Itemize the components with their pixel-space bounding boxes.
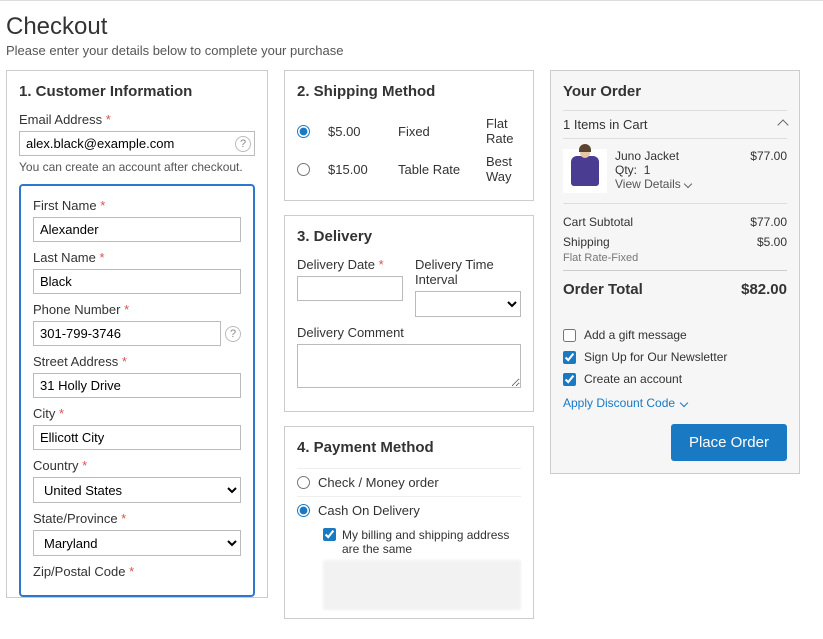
billing-same-checkbox[interactable] [323, 528, 336, 541]
payment-option-cod[interactable]: Cash On Delivery [297, 496, 521, 524]
order-summary-box: Your Order 1 Items in Cart Juno Jacket Q… [550, 70, 800, 474]
create-account-checkbox[interactable] [563, 373, 576, 386]
help-icon[interactable]: ? [225, 326, 241, 342]
email-note: You can create an account after checkout… [19, 160, 255, 174]
cart-item: Juno Jacket Qty: 1 View Details $77.00 [563, 139, 787, 204]
shipping-label: Shipping [563, 235, 610, 249]
order-total-label: Order Total [563, 281, 643, 298]
customer-info-box: 1. Customer Information Email Address * … [6, 70, 268, 598]
chevron-down-icon [684, 180, 692, 188]
shipping-name: Best Way [486, 154, 521, 184]
zip-label: Zip/Postal Code * [33, 564, 241, 579]
shipping-value: $5.00 [757, 235, 787, 249]
shipping-name: Flat Rate [486, 116, 521, 146]
delivery-title: 3. Delivery [297, 228, 521, 245]
delivery-box: 3. Delivery Delivery Date * Delivery Tim… [284, 215, 534, 412]
apply-discount-toggle[interactable]: Apply Discount Code [563, 396, 687, 410]
cart-items-toggle[interactable]: 1 Items in Cart [563, 110, 787, 139]
delivery-interval-label: Delivery Time Interval [415, 257, 521, 287]
state-label: State/Province * [33, 511, 241, 526]
shipping-radio[interactable] [297, 163, 310, 176]
help-icon[interactable]: ? [235, 136, 251, 152]
email-field[interactable] [19, 131, 255, 156]
newsletter-checkbox[interactable] [563, 351, 576, 364]
city-field[interactable] [33, 425, 241, 450]
phone-field[interactable] [33, 321, 221, 346]
first-name-label: First Name * [33, 198, 241, 213]
shipping-radio[interactable] [297, 125, 310, 138]
page-subtitle: Please enter your details below to compl… [6, 43, 817, 58]
street-field[interactable] [33, 373, 241, 398]
create-account-option[interactable]: Create an account [563, 368, 787, 390]
country-label: Country * [33, 458, 241, 473]
qty-label: Qty: [615, 163, 637, 177]
shipping-option-flat-rate[interactable]: $5.00 Fixed Flat Rate [297, 112, 521, 150]
place-order-button[interactable]: Place Order [671, 424, 787, 461]
email-label: Email Address * [19, 112, 255, 127]
shipping-rate: Fixed [398, 124, 468, 139]
shipping-rate: Table Rate [398, 162, 468, 177]
last-name-label: Last Name * [33, 250, 241, 265]
chevron-down-icon [680, 399, 688, 407]
newsletter-label: Sign Up for Our Newsletter [584, 350, 727, 364]
payment-radio[interactable] [297, 504, 310, 517]
first-name-field[interactable] [33, 217, 241, 242]
shipping-price: $15.00 [328, 162, 380, 177]
gift-message-checkbox[interactable] [563, 329, 576, 342]
city-label: City * [33, 406, 241, 421]
delivery-date-label: Delivery Date * [297, 257, 403, 272]
delivery-comment-field[interactable] [297, 344, 521, 388]
gift-message-option[interactable]: Add a gift message [563, 324, 787, 346]
shipping-option-best-way[interactable]: $15.00 Table Rate Best Way [297, 150, 521, 188]
delivery-date-field[interactable] [297, 276, 403, 301]
phone-label: Phone Number * [33, 302, 241, 317]
country-select[interactable]: United States [33, 477, 241, 503]
subtotal-label: Cart Subtotal [563, 215, 633, 229]
view-details-toggle[interactable]: View Details [615, 177, 691, 191]
product-name: Juno Jacket [615, 149, 742, 163]
payment-method-title: 4. Payment Method [297, 439, 521, 456]
shipping-sublabel: Flat Rate-Fixed [563, 252, 787, 264]
shipping-method-box: 2. Shipping Method $5.00 Fixed Flat Rate… [284, 70, 534, 201]
delivery-interval-select[interactable] [415, 291, 521, 317]
customer-info-title: 1. Customer Information [19, 83, 255, 100]
order-summary-title: Your Order [563, 83, 787, 100]
payment-radio[interactable] [297, 476, 310, 489]
shipping-price: $5.00 [328, 124, 380, 139]
payment-label: Cash On Delivery [318, 503, 420, 518]
product-thumbnail [563, 149, 607, 193]
subtotal-value: $77.00 [750, 215, 787, 229]
address-panel: First Name * Last Name * Phone Number * … [19, 184, 255, 597]
qty-value: 1 [644, 163, 651, 177]
shipping-method-title: 2. Shipping Method [297, 83, 521, 100]
payment-option-check[interactable]: Check / Money order [297, 468, 521, 496]
obscured-address [323, 560, 521, 610]
gift-message-label: Add a gift message [584, 328, 687, 342]
street-label: Street Address * [33, 354, 241, 369]
newsletter-option[interactable]: Sign Up for Our Newsletter [563, 346, 787, 368]
page-title: Checkout [6, 13, 817, 41]
product-price: $77.00 [750, 149, 787, 193]
billing-same-label: My billing and shipping address are the … [342, 528, 521, 556]
last-name-field[interactable] [33, 269, 241, 294]
order-total-value: $82.00 [741, 281, 787, 298]
chevron-up-icon [777, 119, 788, 130]
payment-method-box: 4. Payment Method Check / Money order Ca… [284, 426, 534, 619]
cart-items-count: 1 Items in Cart [563, 117, 648, 132]
delivery-comment-label: Delivery Comment [297, 325, 521, 340]
payment-label: Check / Money order [318, 475, 439, 490]
create-account-label: Create an account [584, 372, 682, 386]
state-select[interactable]: Maryland [33, 530, 241, 556]
